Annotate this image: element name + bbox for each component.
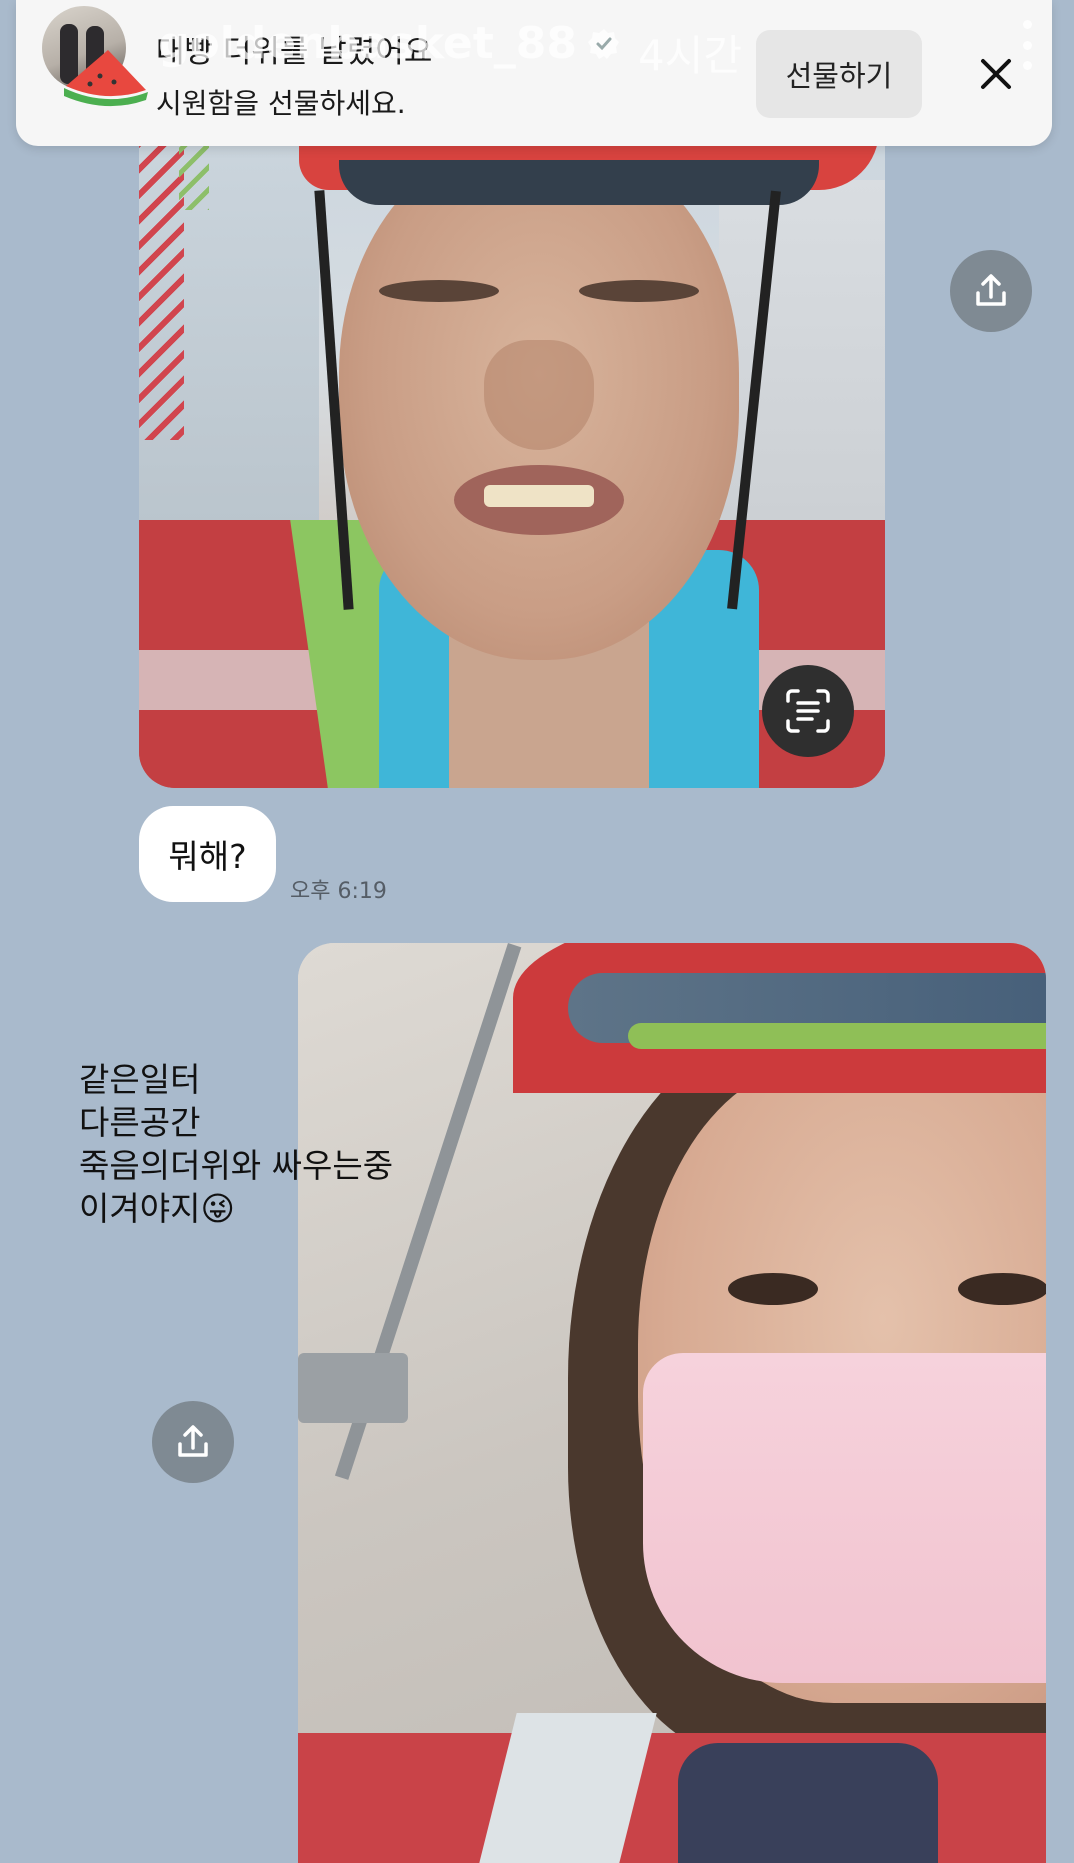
- teeth: [484, 485, 594, 507]
- close-icon: [981, 59, 1011, 89]
- scan-text-button[interactable]: [762, 665, 854, 757]
- pink-face-mask: [643, 1353, 1046, 1683]
- message-time: 오후 6:19: [290, 879, 387, 904]
- hat-band: [339, 160, 819, 205]
- more-dot: [1022, 40, 1032, 50]
- right-eye: [958, 1273, 1046, 1305]
- right-eye: [579, 280, 699, 302]
- text-scan-icon: [786, 689, 830, 733]
- notification-subtitle: 시원함을 선물하세요.: [156, 87, 406, 120]
- share-upload-icon: [178, 1425, 208, 1457]
- username-text: goldenbasket_88: [158, 18, 578, 69]
- hat-green-band: [628, 1023, 1046, 1049]
- share-button[interactable]: [950, 250, 1032, 332]
- story-username[interactable]: goldenbasket_88: [158, 18, 621, 69]
- verified-badge-icon: [588, 28, 620, 59]
- message-text: 뭐해?: [168, 837, 247, 876]
- chat-bubble[interactable]: 뭐해?: [139, 806, 276, 902]
- metal-clamp: [298, 1353, 408, 1423]
- left-eye: [728, 1273, 818, 1305]
- more-options-button[interactable]: [1016, 20, 1038, 70]
- red-crane: [139, 140, 184, 440]
- share-button-2[interactable]: [152, 1401, 234, 1483]
- photo-woman-selfie[interactable]: [298, 943, 1046, 1863]
- gift-notification-banner[interactable]: 대빵 더위를 날렸어요 시원함을 선물하세요. goldenbasket_88 …: [16, 0, 1052, 146]
- story-caption: 같은일터 다른공간 죽음의더위와 싸우는중 이겨야지😜: [79, 1060, 394, 1228]
- gift-button[interactable]: 선물하기: [756, 30, 922, 118]
- left-eye: [379, 280, 499, 302]
- more-dot: [1022, 20, 1032, 29]
- more-dot: [1022, 61, 1032, 70]
- share-upload-icon: [976, 274, 1006, 306]
- watermelon-icon: [64, 50, 148, 107]
- dark-shirt: [678, 1743, 938, 1863]
- story-time-ago: 4시간: [638, 31, 743, 80]
- nose: [484, 340, 594, 450]
